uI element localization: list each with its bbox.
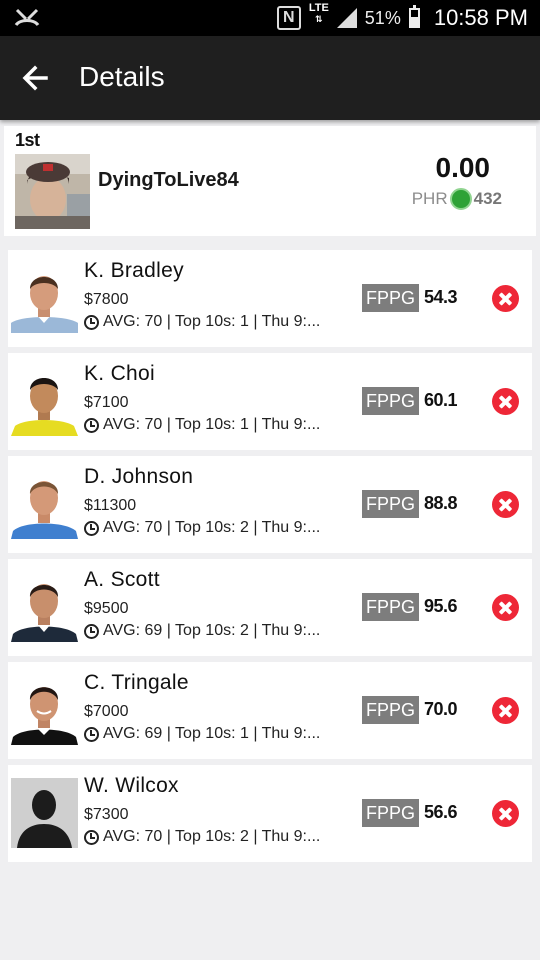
- remove-player-close-icon[interactable]: [492, 594, 519, 621]
- remove-player-close-icon[interactable]: [492, 388, 519, 415]
- player-name: A. Scott: [84, 568, 160, 591]
- clock-icon: [84, 314, 99, 330]
- entry-summary-card: 1st DyingToLive84 0.00 PHR 432: [4, 126, 536, 236]
- player-stats: AVG: 70 | Top 10s: 2 | Thu 9:...: [84, 828, 320, 846]
- status-bar: N LTE ⇅ 51% 10:58 PM: [0, 0, 540, 36]
- arrow-left-icon[interactable]: [18, 60, 54, 96]
- player-photo: [11, 366, 78, 436]
- user-avatar: [15, 154, 90, 229]
- player-stats: AVG: 69 | Top 10s: 1 | Thu 9:...: [84, 725, 320, 743]
- player-name: D. Johnson: [84, 465, 194, 488]
- player-card-bradley[interactable]: K. Bradley $7800 AVG: 70 | Top 10s: 1 | …: [8, 250, 532, 347]
- fppg-badge: FPPG: [362, 490, 420, 518]
- player-stats: AVG: 70 | Top 10s: 2 | Thu 9:...: [84, 519, 320, 537]
- fppg-value: 95.6: [424, 596, 458, 616]
- phr-label: PHR: [411, 189, 448, 208]
- battery-percent: 51%: [364, 7, 401, 28]
- player-card-wilcox[interactable]: W. Wilcox $7300 AVG: 70 | Top 10s: 2 | T…: [8, 765, 532, 862]
- fppg-badge: FPPG: [362, 696, 420, 724]
- player-salary: $7000: [84, 703, 129, 720]
- player-photo: [11, 263, 78, 333]
- fppg-badge: FPPG: [362, 387, 420, 415]
- player-name: K. Choi: [84, 362, 155, 385]
- entry-score: 0.00: [435, 152, 491, 183]
- fppg-value: 54.3: [424, 287, 458, 307]
- player-name: C. Tringale: [84, 671, 189, 694]
- fppg-value: 60.1: [424, 390, 458, 410]
- clock-icon: [84, 520, 99, 536]
- player-card-choi[interactable]: K. Choi $7100 AVG: 70 | Top 10s: 1 | Thu…: [8, 353, 532, 450]
- fppg-value: 56.6: [424, 802, 458, 822]
- player-salary: $7100: [84, 394, 129, 411]
- clock-icon: [84, 417, 99, 433]
- player-name: W. Wilcox: [84, 774, 179, 797]
- player-stats: AVG: 70 | Top 10s: 1 | Thu 9:...: [84, 313, 320, 331]
- remove-player-close-icon[interactable]: [492, 800, 519, 827]
- remove-player-close-icon[interactable]: [492, 697, 519, 724]
- username: DyingToLive84: [98, 169, 239, 191]
- clock-icon: [84, 726, 99, 742]
- page-title: Details: [79, 61, 165, 92]
- remove-player-close-icon[interactable]: [492, 285, 519, 312]
- fppg-value: 70.0: [424, 699, 458, 719]
- nfc-icon: N: [276, 6, 301, 30]
- cross-arrows-icon: [14, 7, 40, 29]
- phr-indicator: PHR 432: [412, 188, 502, 210]
- fppg-badge: FPPG: [362, 284, 420, 312]
- clock-icon: [84, 623, 99, 639]
- player-card-scott[interactable]: A. Scott $9500 AVG: 69 | Top 10s: 2 | Th…: [8, 559, 532, 656]
- player-photo: [11, 675, 78, 745]
- clock-icon: [84, 829, 99, 845]
- player-card-tringale[interactable]: C. Tringale $7000 AVG: 69 | Top 10s: 1 |…: [8, 662, 532, 759]
- player-salary: $7800: [84, 291, 129, 308]
- player-stats: AVG: 69 | Top 10s: 2 | Thu 9:...: [84, 622, 320, 640]
- signal-icon: [336, 8, 357, 28]
- fppg-badge: FPPG: [362, 799, 420, 827]
- rank-label: 1st: [15, 130, 40, 150]
- remove-player-close-icon[interactable]: [492, 491, 519, 518]
- app-bar: Details: [0, 36, 540, 120]
- phr-status-icon: [449, 188, 472, 210]
- clock-time: 10:58 PM: [433, 5, 528, 30]
- player-photo: [11, 469, 78, 539]
- player-photo: [11, 572, 78, 642]
- network-type-label: LTE ⇅: [308, 2, 329, 25]
- player-stats: AVG: 70 | Top 10s: 1 | Thu 9:...: [84, 416, 320, 434]
- phr-value: 432: [473, 189, 502, 208]
- player-salary: $11300: [84, 497, 137, 514]
- player-photo-placeholder: [11, 778, 78, 848]
- player-name: K. Bradley: [84, 259, 184, 282]
- battery-icon: [408, 5, 420, 28]
- player-card-johnson[interactable]: D. Johnson $11300 AVG: 70 | Top 10s: 2 |…: [8, 456, 532, 553]
- player-salary: $9500: [84, 600, 129, 617]
- fppg-value: 88.8: [424, 493, 458, 513]
- fppg-badge: FPPG: [362, 593, 420, 621]
- player-salary: $7300: [84, 806, 129, 823]
